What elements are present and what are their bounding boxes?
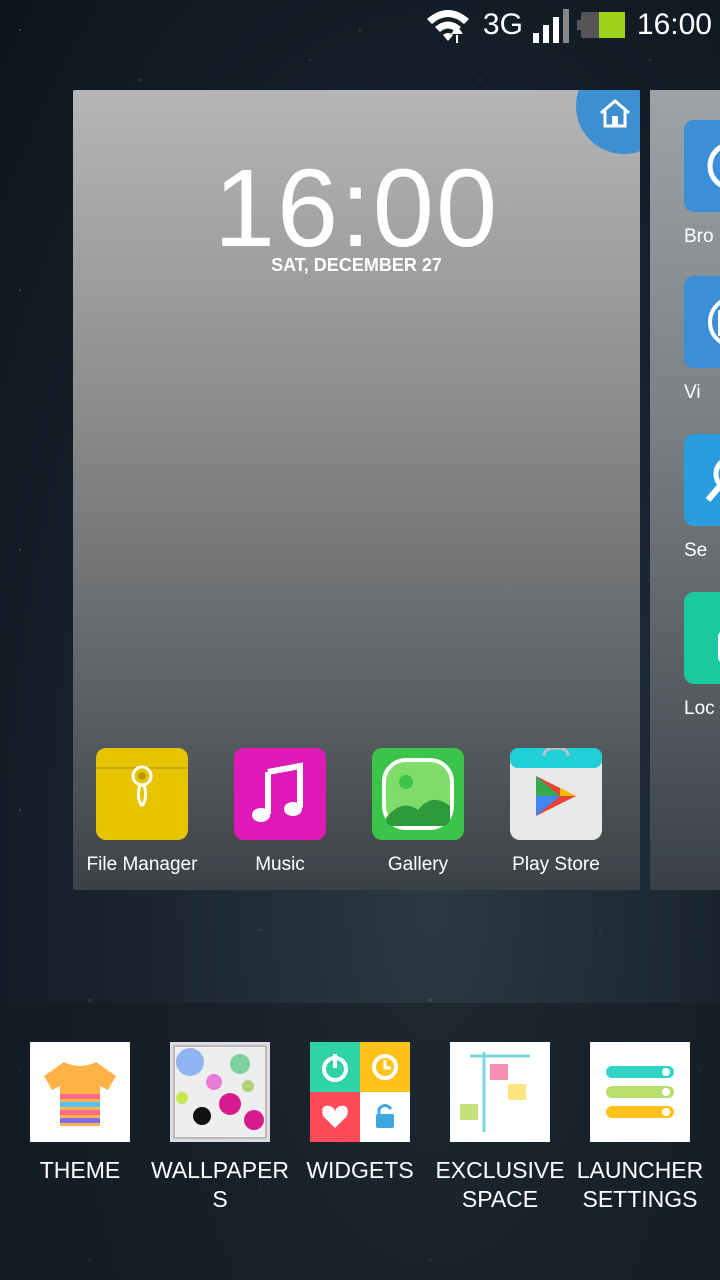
network-type: 3G [482,8,523,41]
app-label: Play Store [512,854,600,875]
app-label: File Manager [86,854,198,875]
launcher-settings-icon [590,1042,690,1142]
search-icon [684,434,720,526]
signal-icon [532,9,569,43]
app-label: Music [255,854,305,875]
app-label: Se [684,540,708,561]
tshirt-icon [30,1042,130,1142]
app-label: Bro [684,226,714,247]
wifi-icon [426,10,469,43]
app-browser[interactable]: Bro [684,120,720,248]
app-music[interactable]: Music [211,748,349,876]
app-label: Vi [684,382,701,403]
app-search[interactable]: Se [684,434,720,562]
clock-widget[interactable]: 16:00 [73,145,640,272]
app-video[interactable]: Vi [684,276,720,404]
app-lock[interactable]: Loc [684,592,720,720]
app-label: Gallery [387,854,449,875]
app-play-store[interactable]: Play Store [487,746,625,876]
play-store-icon [510,746,602,840]
home-page-preview[interactable]: 16:00 SAT, DECEMBER 27 File Manager Musi… [73,90,640,890]
status-time: 16:00 [636,8,712,41]
wallpaper-icon [170,1042,270,1142]
side-page-preview[interactable]: Bro Vi Se Loc [650,90,720,890]
app-gallery[interactable]: Gallery [349,748,487,876]
menu-exclusive-space[interactable]: EXCLUSIVE SPACE [430,1042,570,1214]
menu-label: EXCLUSIVE SPACE [435,1157,565,1212]
menu-label: WIDGETS [306,1157,414,1183]
date-label: SAT, DECEMBER 27 [271,255,442,275]
battery-icon [576,12,627,38]
music-icon [234,748,326,840]
app-label: Loc [684,698,715,719]
app-row: File Manager Music Gallery Play Store [73,746,640,876]
app-file-manager[interactable]: File Manager [73,748,211,876]
video-icon [684,276,720,368]
menu-label: LAUNCHER SETTINGS [576,1157,704,1212]
home-icon [600,99,630,128]
menu-wallpapers[interactable]: WALLPAPERS [150,1042,290,1214]
gallery-icon [372,748,464,840]
lock-icon [684,592,720,684]
browser-icon [684,120,720,212]
menu-label: THEME [39,1157,121,1183]
menu-widgets[interactable]: WIDGETS [290,1042,430,1185]
file-manager-icon [96,748,188,840]
widgets-icon [310,1042,410,1142]
menu-launcher-settings[interactable]: LAUNCHER SETTINGS [570,1042,710,1214]
exclusive-space-icon [450,1042,550,1142]
menu-label: WALLPAPERS [150,1157,290,1212]
status-bar: 3G 16:00 [0,0,720,50]
menu-theme[interactable]: THEME [10,1042,150,1185]
